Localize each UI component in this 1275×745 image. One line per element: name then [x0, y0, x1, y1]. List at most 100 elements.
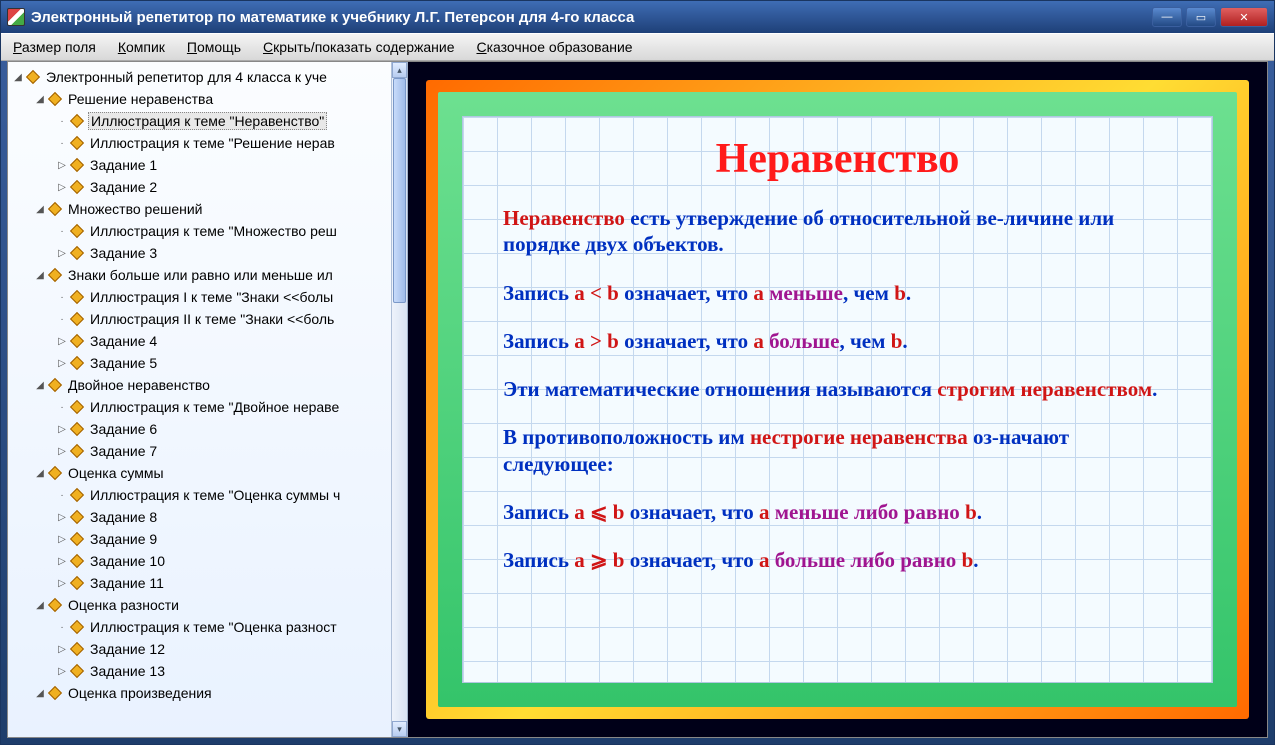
- tree-item-label: Задание 10: [88, 553, 167, 569]
- lesson-paper: Неравенство Неравенство есть утверждение…: [462, 116, 1213, 683]
- navigation-sidebar[interactable]: ◢ Электронный репетитор для 4 класса к уч…: [8, 62, 408, 737]
- tree-item[interactable]: ·Иллюстрация к теме "Оценка суммы ч: [12, 484, 407, 506]
- tree-item[interactable]: · Иллюстрация к теме "Двойное нераве: [12, 396, 407, 418]
- collapse-icon[interactable]: ◢: [12, 72, 24, 83]
- collapse-icon[interactable]: ◢: [34, 204, 46, 215]
- maximize-button[interactable]: ▭: [1186, 7, 1216, 27]
- tree-item[interactable]: ·Иллюстрация к теме "Неравенство": [12, 110, 407, 132]
- node-icon: [48, 268, 62, 282]
- scroll-thumb[interactable]: [393, 78, 406, 303]
- node-icon: [48, 202, 62, 216]
- tree-item[interactable]: ◢ Множество решений: [12, 198, 407, 220]
- title-bar[interactable]: Электронный репетитор по математике к уч…: [1, 1, 1274, 33]
- tree-item[interactable]: · Иллюстрация к теме "Оценка разност: [12, 616, 407, 638]
- content-tree[interactable]: ◢ Электронный репетитор для 4 класса к уч…: [8, 62, 407, 708]
- lesson-content: Неравенство Неравенство есть утверждение…: [408, 62, 1267, 737]
- vertical-scrollbar[interactable]: ▴ ▾: [391, 62, 407, 737]
- window-title: Электронный репетитор по математике к уч…: [31, 9, 1152, 26]
- tree-item-label: Задание 2: [88, 179, 159, 195]
- expand-icon[interactable]: ▷: [56, 534, 68, 545]
- tree-item[interactable]: ·Иллюстрация I к теме "Знаки <<болы: [12, 286, 407, 308]
- collapse-icon[interactable]: ◢: [34, 270, 46, 281]
- tree-item[interactable]: ▷ Задание 10: [12, 550, 407, 572]
- tree-item[interactable]: ·Иллюстрация II к теме "Знаки <<боль: [12, 308, 407, 330]
- tree-item-label: Иллюстрация к теме "Множество реш: [88, 223, 339, 239]
- expand-icon[interactable]: ▷: [56, 160, 68, 171]
- expand-icon[interactable]: ▷: [56, 336, 68, 347]
- tree-item-label: Иллюстрация к теме "Двойное нераве: [88, 399, 341, 415]
- expand-icon[interactable]: ▷: [56, 182, 68, 193]
- expand-icon[interactable]: ▷: [56, 666, 68, 677]
- tree-item-label: Задание 7: [88, 443, 159, 459]
- collapse-icon[interactable]: ◢: [34, 94, 46, 105]
- tree-item-label: Задание 11: [88, 575, 166, 591]
- node-icon: [70, 136, 84, 150]
- node-icon: [48, 686, 62, 700]
- tree-item[interactable]: ◢Оценка разности: [12, 594, 407, 616]
- menu-item[interactable]: Помощь: [183, 37, 245, 57]
- tree-glyph: ·: [56, 402, 68, 413]
- node-icon: [70, 554, 84, 568]
- expand-icon[interactable]: ▷: [56, 248, 68, 259]
- tree-item[interactable]: ·Иллюстрация к теме "Решение нерав: [12, 132, 407, 154]
- node-icon: [70, 532, 84, 546]
- tree-glyph: ·: [56, 138, 68, 149]
- tree-glyph: ·: [56, 292, 68, 303]
- tree-item-label: Задание 13: [88, 663, 167, 679]
- tree-item[interactable]: ◢ Решение неравенства: [12, 88, 407, 110]
- lesson-paragraph: Запись а ⩾ b означает, что а больше либо…: [503, 547, 1172, 573]
- tree-item[interactable]: ▷ Задание 11: [12, 572, 407, 594]
- expand-icon[interactable]: ▷: [56, 424, 68, 435]
- scroll-track[interactable]: [392, 78, 407, 721]
- node-icon: [70, 642, 84, 656]
- scroll-down-button[interactable]: ▾: [392, 721, 407, 737]
- expand-icon[interactable]: ▷: [56, 578, 68, 589]
- menu-item[interactable]: Сказочное образование: [472, 37, 636, 57]
- expand-icon[interactable]: ▷: [56, 512, 68, 523]
- collapse-icon[interactable]: ◢: [34, 468, 46, 479]
- expand-icon[interactable]: ▷: [56, 446, 68, 457]
- tree-item-label: Оценка суммы: [66, 465, 166, 481]
- lesson-paragraph: Запись а ⩽ b означает, что а меньше либо…: [503, 499, 1172, 525]
- collapse-icon[interactable]: ◢: [34, 380, 46, 391]
- tree-item[interactable]: ▷Задание 9: [12, 528, 407, 550]
- tree-item[interactable]: ◢Знаки больше или равно или меньше ил: [12, 264, 407, 286]
- scroll-up-button[interactable]: ▴: [392, 62, 407, 78]
- tree-item-label: Задание 8: [88, 509, 159, 525]
- expand-icon[interactable]: ▷: [56, 358, 68, 369]
- tree-item[interactable]: ◢ Электронный репетитор для 4 класса к уч…: [12, 66, 407, 88]
- expand-icon[interactable]: ▷: [56, 556, 68, 567]
- node-icon: [48, 466, 62, 480]
- tree-item[interactable]: ◢Оценка произведения: [12, 682, 407, 704]
- menu-item[interactable]: Скрыть/показать содержание: [259, 37, 458, 57]
- collapse-icon[interactable]: ◢: [34, 600, 46, 611]
- tree-item-label: Иллюстрация к теме "Оценка разност: [88, 619, 339, 635]
- tree-item[interactable]: ▷Задание 3: [12, 242, 407, 264]
- node-icon: [70, 246, 84, 260]
- tree-item-label: Множество решений: [66, 201, 205, 217]
- tree-item-label: Электронный репетитор для 4 класса к уче: [44, 69, 329, 85]
- tree-item[interactable]: ▷Задание 4: [12, 330, 407, 352]
- tree-item[interactable]: ◢Двойное неравенство: [12, 374, 407, 396]
- tree-item[interactable]: ·Иллюстрация к теме "Множество реш: [12, 220, 407, 242]
- minimize-button[interactable]: —: [1152, 7, 1182, 27]
- tree-item[interactable]: ▷Задание 5: [12, 352, 407, 374]
- tree-item[interactable]: ▷Задание 12: [12, 638, 407, 660]
- lesson-paragraph: Эти математические отношения называются …: [503, 376, 1172, 402]
- collapse-icon[interactable]: ◢: [34, 688, 46, 699]
- tree-item[interactable]: ▷ Задание 8: [12, 506, 407, 528]
- tree-item[interactable]: ▷ Задание 7: [12, 440, 407, 462]
- node-icon: [26, 70, 40, 84]
- node-icon: [70, 400, 84, 414]
- expand-icon[interactable]: ▷: [56, 644, 68, 655]
- tree-item[interactable]: ▷Задание 6: [12, 418, 407, 440]
- tree-item[interactable]: ▷Задание 1: [12, 154, 407, 176]
- tree-item[interactable]: ◢ Оценка суммы: [12, 462, 407, 484]
- tree-item[interactable]: ▷ Задание 2: [12, 176, 407, 198]
- menu-item[interactable]: Компик: [114, 37, 169, 57]
- close-button[interactable]: ✕: [1220, 7, 1268, 27]
- menu-item[interactable]: Размер поля: [9, 37, 100, 57]
- tree-item[interactable]: ▷ Задание 13: [12, 660, 407, 682]
- tree-item-label: Решение неравенства: [66, 91, 215, 107]
- tree-glyph: ·: [56, 622, 68, 633]
